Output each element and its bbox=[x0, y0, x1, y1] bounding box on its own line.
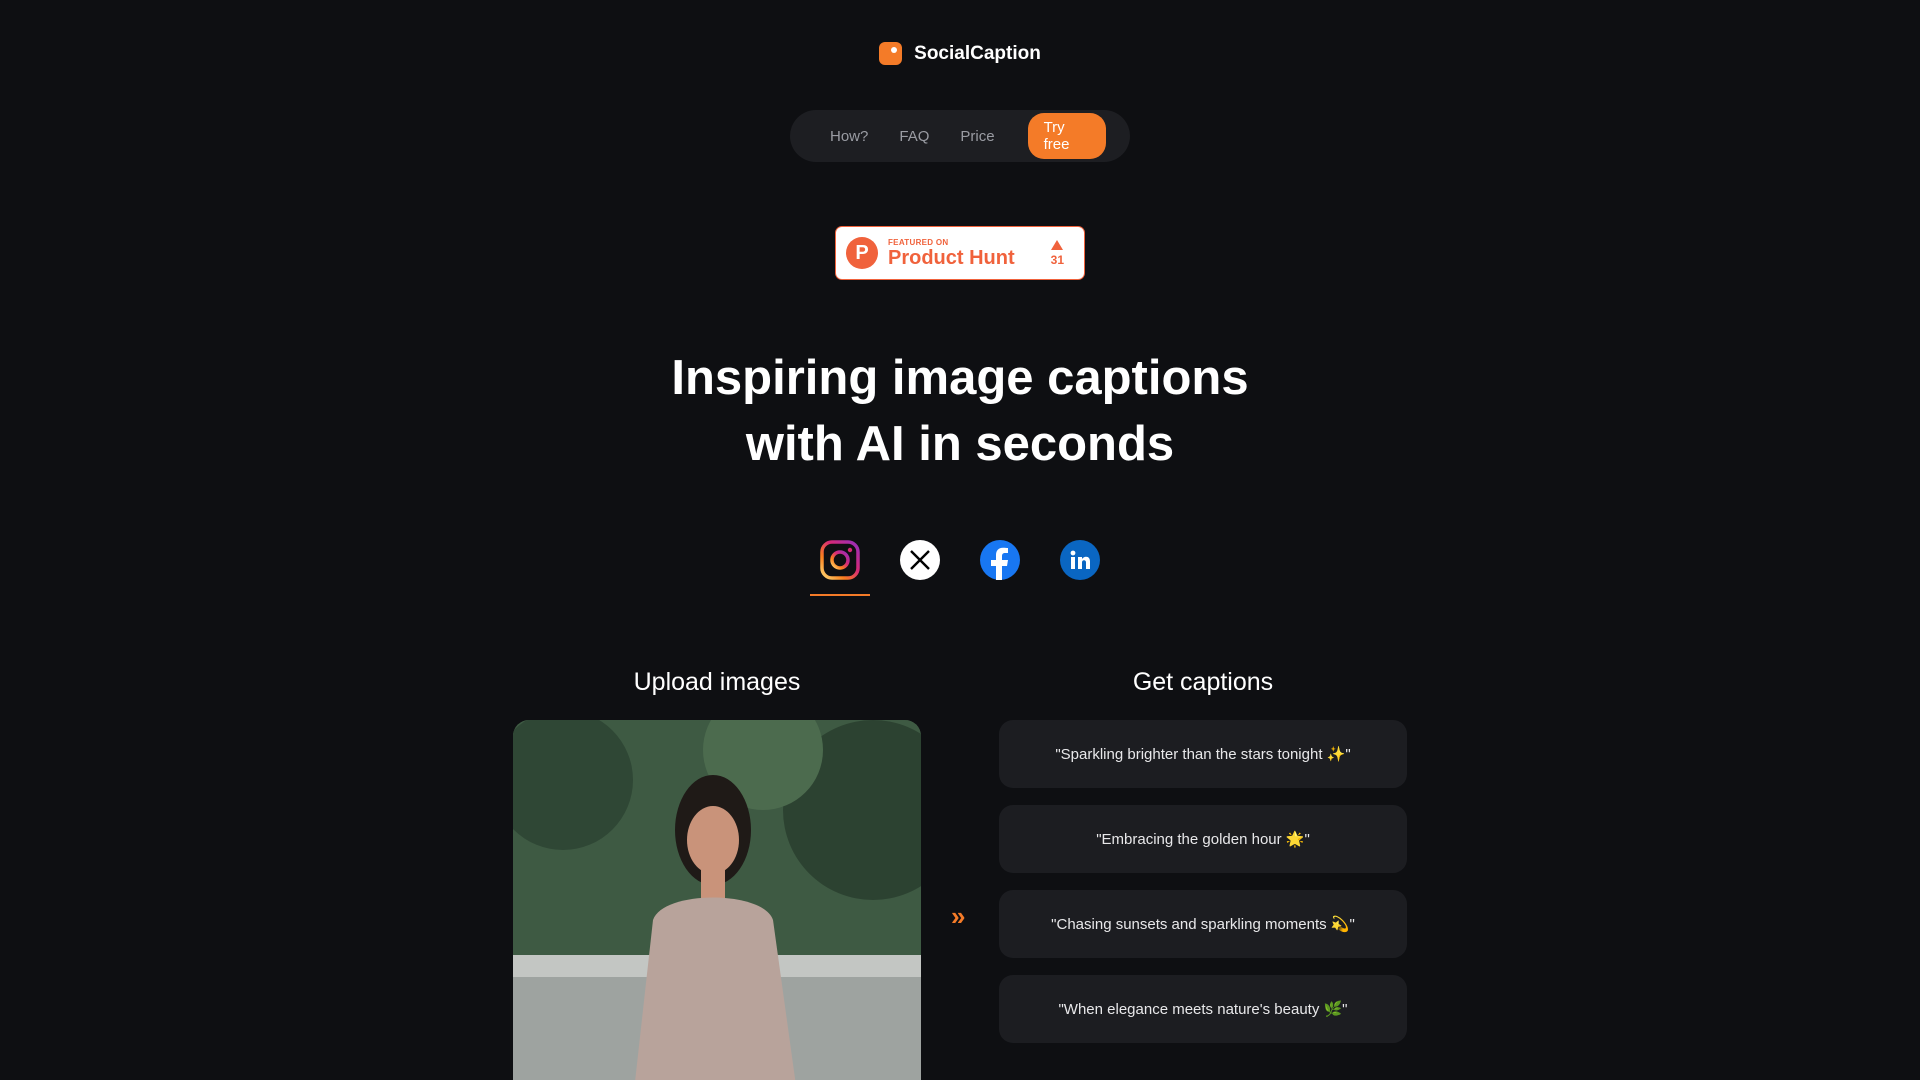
facebook-icon[interactable] bbox=[980, 540, 1020, 580]
product-hunt-badge[interactable]: P FEATURED ON Product Hunt 31 bbox=[835, 226, 1085, 280]
hero-headline: Inspiring image captions with AI in seco… bbox=[0, 345, 1920, 477]
product-hunt-text: FEATURED ON Product Hunt bbox=[888, 238, 1015, 269]
upvote-count: 31 bbox=[1050, 252, 1064, 267]
selected-platform-indicator bbox=[810, 594, 870, 596]
logo-text: SocialCaption bbox=[914, 42, 1041, 64]
logo[interactable]: SocialCaption bbox=[0, 42, 1920, 65]
logo-icon bbox=[879, 42, 903, 65]
x-icon[interactable] bbox=[900, 540, 940, 580]
linkedin-icon[interactable] bbox=[1060, 540, 1100, 580]
page: SocialCaption How? FAQ Price Try free P … bbox=[0, 0, 1920, 1080]
nav-bar: How? FAQ Price Try free bbox=[790, 110, 1130, 162]
nav-link-price[interactable]: Price bbox=[960, 128, 994, 145]
product-hunt-icon: P bbox=[846, 237, 878, 269]
caption-item[interactable]: "Embracing the golden hour 🌟" bbox=[999, 805, 1407, 873]
arrow-right-icon: » bbox=[951, 901, 966, 931]
nav-link-how[interactable]: How? bbox=[830, 128, 868, 145]
upload-images-title: Upload images bbox=[633, 668, 801, 696]
get-captions-title: Get captions bbox=[1132, 668, 1274, 696]
upvote-counter: 31 bbox=[1050, 239, 1064, 267]
featured-on-label: FEATURED ON bbox=[888, 237, 949, 247]
headline-line-1: Inspiring image captions bbox=[671, 351, 1249, 405]
caption-list: "Sparkling brighter than the stars tonig… bbox=[999, 720, 1407, 1060]
nav-link-faq[interactable]: FAQ bbox=[899, 128, 929, 145]
instagram-icon[interactable] bbox=[820, 540, 860, 580]
headline-line-2: with AI in seconds bbox=[745, 417, 1175, 471]
product-hunt-name: Product Hunt bbox=[888, 246, 1015, 269]
caption-item[interactable]: "Sparkling brighter than the stars tonig… bbox=[999, 720, 1407, 788]
uploaded-image[interactable] bbox=[513, 720, 921, 1080]
platform-selector bbox=[810, 540, 1100, 596]
try-free-button[interactable]: Try free bbox=[1027, 113, 1106, 159]
caption-item[interactable]: "Chasing sunsets and sparkling moments 💫… bbox=[999, 890, 1407, 958]
upvote-arrow-icon bbox=[1051, 239, 1064, 250]
caption-item[interactable]: "When elegance meets nature's beauty 🌿" bbox=[999, 975, 1407, 1043]
